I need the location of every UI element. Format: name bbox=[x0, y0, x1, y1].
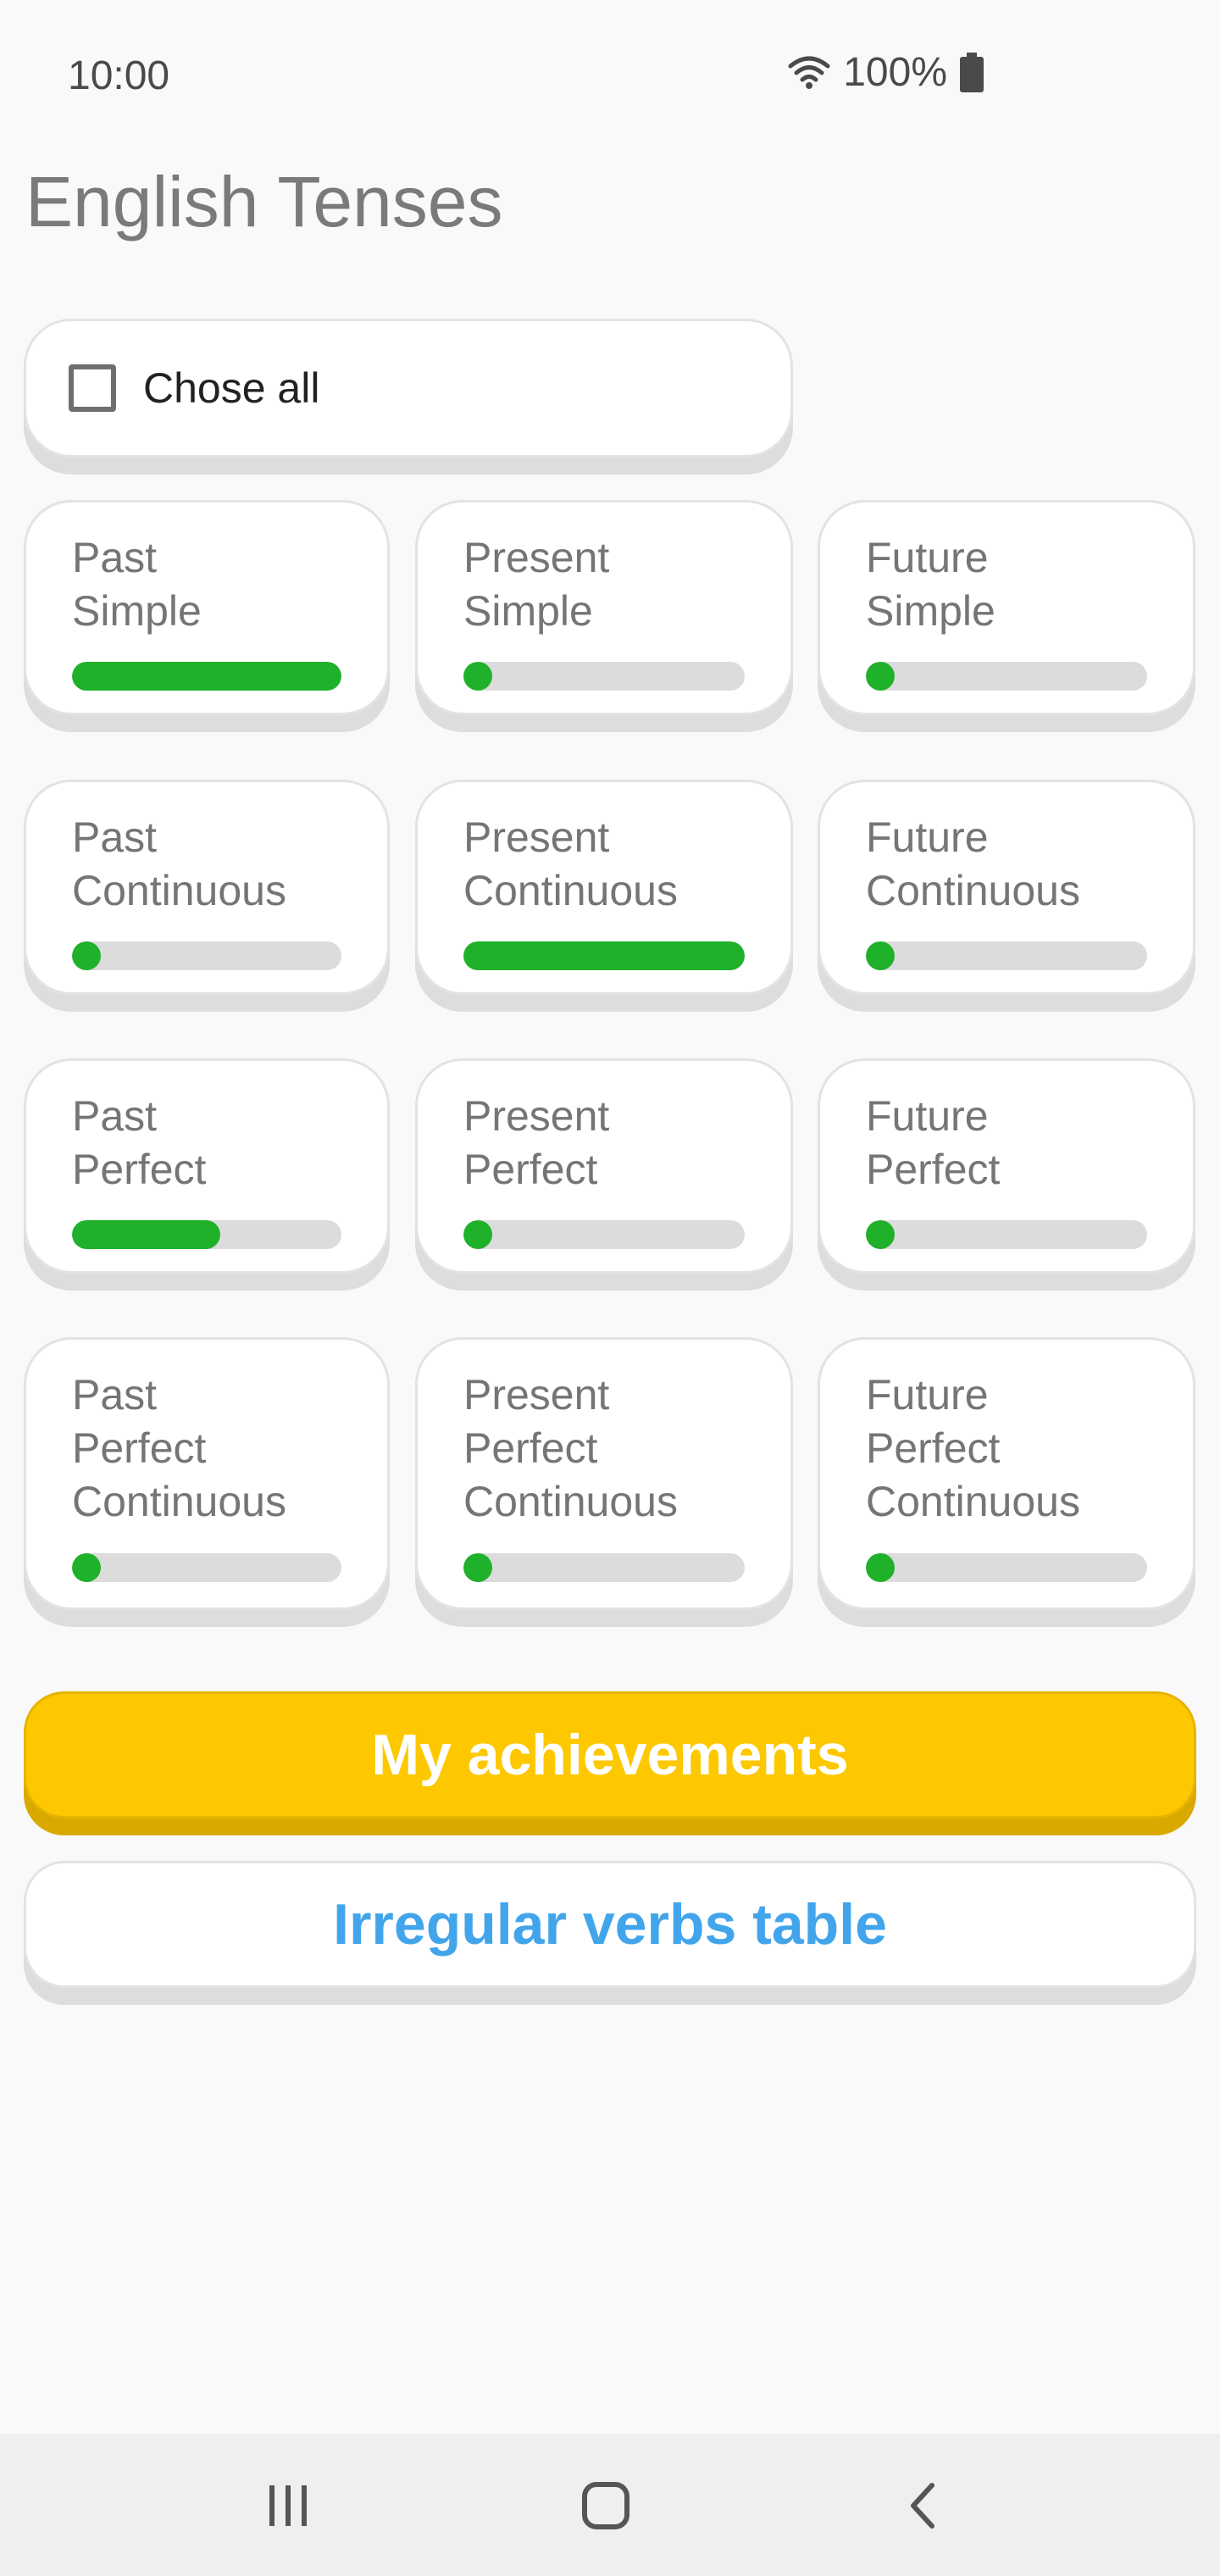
tense-progress-bar bbox=[866, 1220, 1147, 1249]
tense-card[interactable]: Present Simple bbox=[415, 500, 793, 715]
tense-label: Future Continuous bbox=[866, 811, 1080, 918]
tense-card[interactable]: Past Simple bbox=[24, 500, 390, 715]
tense-label-line3: Continuous bbox=[866, 1478, 1080, 1525]
tense-label-line3: Continuous bbox=[463, 1478, 678, 1525]
wifi-icon bbox=[787, 54, 831, 92]
tense-progress-fill bbox=[866, 941, 895, 970]
tense-progress-fill bbox=[463, 941, 745, 970]
tense-label-line1: Past bbox=[72, 534, 158, 581]
tense-label-line1: Future bbox=[866, 1371, 989, 1418]
tense-card[interactable]: Present Continuous bbox=[415, 780, 793, 995]
tense-label-line1: Past bbox=[72, 1371, 158, 1418]
tense-progress-fill bbox=[72, 941, 101, 970]
status-bar: 10:00 100% bbox=[0, 0, 1220, 153]
tense-label-line1: Present bbox=[463, 1371, 610, 1418]
tense-card[interactable]: Past Continuous bbox=[24, 780, 390, 995]
choose-all-label: Chose all bbox=[143, 364, 320, 412]
status-indicators: 100% bbox=[787, 49, 984, 96]
battery-icon bbox=[959, 52, 984, 93]
tense-label: Future Perfect bbox=[866, 1090, 1000, 1196]
tense-progress-fill bbox=[463, 662, 492, 691]
system-nav-bar bbox=[0, 2434, 1220, 2576]
battery-level: 100% bbox=[843, 50, 947, 95]
tense-label-line1: Future bbox=[866, 1092, 989, 1140]
tense-progress-fill bbox=[866, 662, 895, 691]
tense-progress-bar bbox=[72, 1220, 341, 1249]
tense-progress-fill bbox=[866, 1553, 895, 1582]
choose-all-toggle[interactable]: Chose all bbox=[24, 319, 793, 458]
tense-progress-fill bbox=[72, 1553, 101, 1582]
tense-label-line1: Past bbox=[72, 813, 158, 861]
tense-label: Present Perfect Continuous bbox=[463, 1368, 678, 1529]
tense-label-line1: Future bbox=[866, 534, 989, 581]
tense-progress-bar bbox=[866, 941, 1147, 970]
tense-card[interactable]: Future Simple bbox=[818, 500, 1195, 715]
tense-progress-bar bbox=[463, 662, 745, 691]
tense-label-line2: Perfect bbox=[463, 1146, 598, 1193]
tense-label: Present Simple bbox=[463, 531, 609, 638]
tense-progress-fill bbox=[72, 662, 341, 691]
tense-label-line2: Continuous bbox=[72, 867, 286, 914]
tense-progress-fill bbox=[463, 1553, 492, 1582]
recent-apps-icon[interactable] bbox=[237, 2468, 339, 2544]
tense-label-line2: Perfect bbox=[866, 1146, 1001, 1193]
tense-progress-bar bbox=[72, 662, 341, 691]
choose-all-checkbox[interactable] bbox=[69, 364, 116, 412]
tense-label: Past Perfect bbox=[72, 1090, 206, 1196]
tense-label-line2: Perfect bbox=[463, 1424, 598, 1472]
status-time: 10:00 bbox=[68, 53, 170, 98]
tense-label-line1: Present bbox=[463, 534, 610, 581]
tense-progress-bar bbox=[866, 662, 1147, 691]
tense-card[interactable]: Present Perfect Continuous bbox=[415, 1337, 793, 1610]
tense-label-line2: Continuous bbox=[866, 867, 1080, 914]
tense-progress-bar bbox=[463, 1220, 745, 1249]
tense-progress-fill bbox=[866, 1220, 895, 1249]
back-icon[interactable] bbox=[873, 2468, 974, 2544]
tense-label: Past Continuous bbox=[72, 811, 286, 918]
home-icon[interactable] bbox=[555, 2468, 657, 2544]
tense-label-line1: Present bbox=[463, 813, 610, 861]
irregular-verbs-table-button[interactable]: Irregular verbs table bbox=[24, 1861, 1196, 1988]
tense-progress-bar bbox=[72, 1553, 341, 1582]
tense-label-line2: Simple bbox=[463, 587, 593, 635]
tense-label-line2: Perfect bbox=[72, 1424, 207, 1472]
tense-label-line2: Simple bbox=[866, 587, 995, 635]
tense-label-line2: Perfect bbox=[72, 1146, 207, 1193]
tense-card[interactable]: Past Perfect bbox=[24, 1058, 390, 1274]
tense-label-line2: Continuous bbox=[463, 867, 678, 914]
tense-card[interactable]: Present Perfect bbox=[415, 1058, 793, 1274]
tense-label-line1: Future bbox=[866, 813, 989, 861]
tense-progress-fill bbox=[72, 1220, 220, 1249]
tense-label: Present Continuous bbox=[463, 811, 678, 918]
tense-progress-bar bbox=[463, 1553, 745, 1582]
tense-label-line2: Perfect bbox=[866, 1424, 1001, 1472]
tense-progress-fill bbox=[463, 1220, 492, 1249]
tense-label: Past Perfect Continuous bbox=[72, 1368, 286, 1529]
page-title: English Tenses bbox=[25, 162, 503, 242]
tense-card[interactable]: Future Continuous bbox=[818, 780, 1195, 995]
tense-card[interactable]: Future Perfect bbox=[818, 1058, 1195, 1274]
tense-card[interactable]: Future Perfect Continuous bbox=[818, 1337, 1195, 1610]
tense-card[interactable]: Past Perfect Continuous bbox=[24, 1337, 390, 1610]
tense-progress-bar bbox=[463, 941, 745, 970]
tense-label-line1: Past bbox=[72, 1092, 158, 1140]
tense-label-line3: Continuous bbox=[72, 1478, 286, 1525]
tense-progress-bar bbox=[72, 941, 341, 970]
my-achievements-button[interactable]: My achievements bbox=[24, 1691, 1196, 1818]
tense-label: Present Perfect bbox=[463, 1090, 609, 1196]
tense-label: Future Simple bbox=[866, 531, 995, 638]
tense-progress-bar bbox=[866, 1553, 1147, 1582]
tense-label: Future Perfect Continuous bbox=[866, 1368, 1080, 1529]
tense-label-line1: Present bbox=[463, 1092, 610, 1140]
tense-label-line2: Simple bbox=[72, 587, 202, 635]
tense-label: Past Simple bbox=[72, 531, 202, 638]
